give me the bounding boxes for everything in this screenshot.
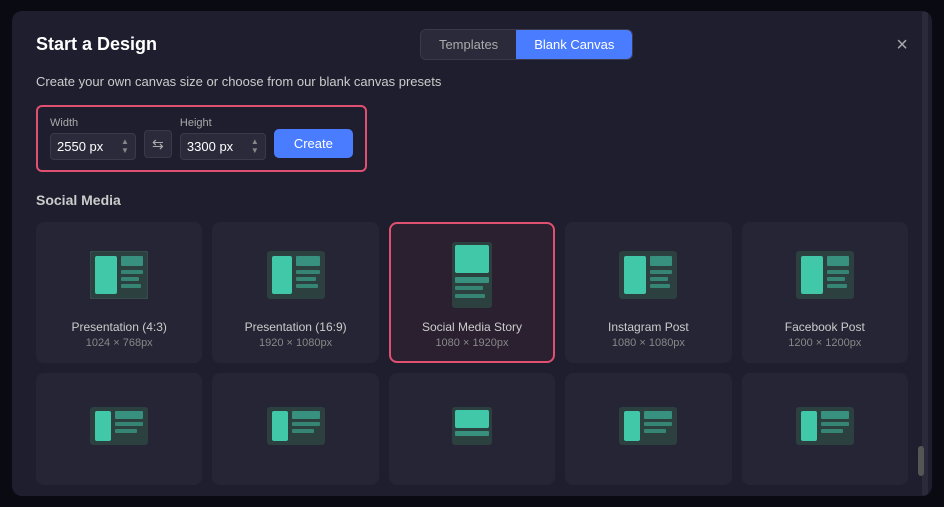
presets-grid-row2 [36,373,908,485]
height-group: Height ▲ ▼ [180,117,266,160]
width-input[interactable] [57,139,117,154]
preset-icon-square2 [795,240,855,310]
width-down-btn[interactable]: ▼ [121,147,129,155]
preset-presentation-16-9[interactable]: Presentation (16:9) 1920 × 1080px [212,222,378,363]
preset-2-dims: 1920 × 1080px [259,337,332,349]
tab-group: Templates Blank Canvas [420,29,633,60]
dimension-row: Width ▲ ▼ ⇆ Height ▲ [36,105,367,172]
preset-row2-4[interactable] [565,373,731,485]
width-input-wrap: ▲ ▼ [50,133,136,160]
preset-row2-icon-1 [89,391,149,461]
tab-templates[interactable]: Templates [421,30,516,59]
preset-row2-1[interactable] [36,373,202,485]
scrollbar-thumb[interactable] [918,446,924,476]
preset-row2-icon-4 [618,391,678,461]
preset-icon-portrait [442,240,502,310]
width-group: Width ▲ ▼ [50,117,136,160]
description-text: Create your own canvas size or choose fr… [36,74,908,89]
create-button[interactable]: Create [274,129,353,158]
preset-row2-icon-3 [442,391,502,461]
preset-presentation-4-3[interactable]: Presentation (4:3) 1024 × 768px [36,222,202,363]
preset-instagram-post[interactable]: Instagram Post 1080 × 1080px [565,222,731,363]
preset-5-dims: 1200 × 1200px [788,337,861,349]
height-label: Height [180,117,266,129]
preset-3-name: Social Media Story [422,320,522,334]
scrollbar-track [922,11,928,496]
modal-body: Create your own canvas size or choose fr… [12,74,932,496]
swap-button[interactable]: ⇆ [144,130,172,158]
modal-header: Start a Design Templates Blank Canvas × [12,11,932,74]
preset-row2-3[interactable] [389,373,555,485]
section-title: Social Media [36,192,908,208]
width-up-btn[interactable]: ▲ [121,138,129,146]
preset-2-name: Presentation (16:9) [245,320,347,334]
height-input[interactable] [187,139,247,154]
preset-icon-square [618,240,678,310]
preset-5-name: Facebook Post [785,320,865,334]
preset-row2-2[interactable] [212,373,378,485]
preset-facebook-post[interactable]: Facebook Post 1200 × 1200px [742,222,908,363]
height-spinner: ▲ ▼ [251,138,259,155]
preset-icon-landscape [89,240,149,310]
preset-social-media-story[interactable]: Social Media Story 1080 × 1920px [389,222,555,363]
preset-row2-icon-2 [266,391,326,461]
preset-icon-landscape2 [266,240,326,310]
preset-1-name: Presentation (4:3) [72,320,167,334]
preset-row2-icon-5 [795,391,855,461]
close-button[interactable]: × [896,35,908,55]
height-up-btn[interactable]: ▲ [251,138,259,146]
width-label: Width [50,117,136,129]
height-down-btn[interactable]: ▼ [251,147,259,155]
preset-1-dims: 1024 × 768px [86,337,153,349]
height-input-wrap: ▲ ▼ [180,133,266,160]
preset-4-name: Instagram Post [608,320,689,334]
presets-grid: Presentation (4:3) 1024 × 768px [36,222,908,363]
width-spinner: ▲ ▼ [121,138,129,155]
tab-blank-canvas[interactable]: Blank Canvas [516,30,632,59]
preset-row2-5[interactable] [742,373,908,485]
modal-title: Start a Design [36,34,157,55]
preset-4-dims: 1080 × 1080px [612,337,685,349]
social-media-section: Social Media [36,192,908,485]
preset-3-dims: 1080 × 1920px [435,337,508,349]
